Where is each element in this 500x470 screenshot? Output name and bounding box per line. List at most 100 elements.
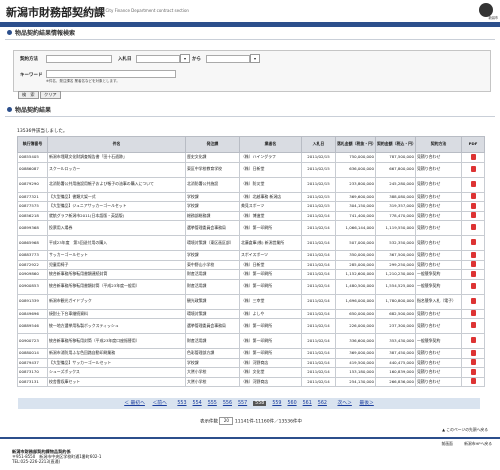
pdf-icon[interactable] bbox=[470, 193, 476, 200]
item-name[interactable]: サッカーゴールセット bbox=[47, 250, 186, 261]
page-number-link[interactable]: 554 bbox=[193, 401, 202, 406]
item-name[interactable]: 新潟市消防用ふな色回路自動印刷業務 bbox=[47, 348, 186, 359]
per-page-label: 表示件数 bbox=[200, 419, 218, 425]
per-page-select[interactable]: 20 bbox=[219, 417, 234, 425]
page-number-link[interactable]: 556 bbox=[223, 401, 232, 406]
item-name[interactable]: 平成23年度 第3回送付用の購入 bbox=[47, 235, 186, 251]
page-number-link[interactable]: 553 bbox=[177, 401, 186, 406]
contract-method: 見積り合わせ bbox=[415, 161, 462, 178]
pdf-icon[interactable] bbox=[470, 337, 476, 344]
item-name[interactable]: スクールロッカー bbox=[47, 161, 186, 178]
last-page-link[interactable]: 最後＞ bbox=[359, 401, 373, 406]
contract-method: 見積り合わせ bbox=[415, 176, 462, 193]
calendar-to-button[interactable]: ▾ bbox=[250, 54, 260, 63]
page-number-link[interactable]: 562 bbox=[318, 401, 327, 406]
contract-amount: 778,470,000 bbox=[375, 210, 416, 221]
item-name[interactable]: 児童用椅子 bbox=[47, 259, 186, 270]
column-header: 入札日 bbox=[301, 136, 336, 153]
item-name[interactable]: 【大型備品】サッカーゴールセット bbox=[47, 357, 186, 368]
record-number: 00909860 bbox=[17, 269, 48, 280]
prev-page-link[interactable]: ＜前へ bbox=[152, 401, 166, 406]
pdf-icon[interactable] bbox=[470, 270, 476, 277]
pdf-icon[interactable] bbox=[470, 165, 476, 172]
back-to-top-link[interactable]: ▲ このページの先頭へ戻る bbox=[442, 427, 488, 433]
pdf-icon[interactable] bbox=[470, 202, 476, 209]
page-number-link[interactable]: 558 bbox=[253, 401, 267, 406]
home-link[interactable]: 新潟市HPへ戻る bbox=[464, 441, 492, 446]
pdf-cell bbox=[461, 333, 485, 349]
bid-date: 2011/02/14 bbox=[301, 269, 336, 280]
bid-date: 2011/02/15 bbox=[301, 176, 336, 193]
contract-amount: 237,300,000 bbox=[375, 318, 416, 334]
item-name[interactable]: 【大型備品】ジュニアサッカーゴールセット bbox=[47, 201, 186, 212]
item-name[interactable]: 就航グラフ新潟市2011(日本語版・英語版) bbox=[47, 210, 186, 221]
column-header: 発注課 bbox=[185, 136, 240, 153]
pdf-icon[interactable] bbox=[470, 261, 476, 268]
page-number-link[interactable]: 560 bbox=[287, 401, 296, 406]
page-number-link[interactable]: 555 bbox=[208, 401, 217, 406]
contract-method: 見積り合わせ bbox=[415, 191, 462, 202]
back-link[interactable]: 前画面 bbox=[441, 441, 452, 446]
item-name[interactable]: 統合新事務所移転用書類封筒（平成23年度一般用） bbox=[47, 278, 186, 295]
search-button[interactable]: 検 索 bbox=[18, 91, 39, 99]
bid-amount: 419,500,000 bbox=[335, 357, 376, 368]
pdf-icon[interactable] bbox=[470, 180, 476, 187]
page-number-link[interactable]: 557 bbox=[238, 401, 247, 406]
pdf-icon[interactable] bbox=[470, 297, 476, 304]
page-number-link[interactable]: 561 bbox=[303, 401, 312, 406]
item-name[interactable]: 焼酎士下台車継続資料 bbox=[47, 308, 186, 319]
pdf-icon[interactable] bbox=[470, 224, 476, 231]
page-links: 553 554 555 556 557 558 559 560 561 562 bbox=[174, 401, 330, 406]
bullet-icon bbox=[7, 30, 12, 35]
bid-amount: 233,800,000 bbox=[335, 176, 376, 193]
item-name[interactable]: 新潟市観光ガイドブック bbox=[47, 293, 186, 310]
item-name[interactable]: 北消防署公共用施設用帳子および帳子の油事の購入について bbox=[47, 176, 186, 193]
ordering-dept: 学校課 bbox=[185, 191, 240, 202]
calendar-from-button[interactable]: ▾ bbox=[180, 54, 190, 63]
header-bar bbox=[0, 22, 500, 27]
date-to-input[interactable] bbox=[206, 55, 250, 63]
table-row: 00879437 【大型備品】サッカーゴールセット 学校課 （株）河野商店 2011/0… bbox=[17, 357, 485, 368]
item-name[interactable]: 校舎雲収庫セット bbox=[47, 376, 186, 387]
date-from-input[interactable] bbox=[136, 55, 180, 63]
pdf-icon[interactable] bbox=[470, 282, 476, 289]
pdf-icon[interactable] bbox=[470, 310, 476, 317]
contract-method: 見積り合わせ bbox=[415, 152, 462, 163]
pdf-icon[interactable] bbox=[470, 239, 476, 246]
record-number: 00849696 bbox=[17, 308, 48, 319]
pdf-icon[interactable] bbox=[470, 368, 476, 375]
keyword-input[interactable] bbox=[46, 70, 176, 78]
method-select[interactable] bbox=[46, 55, 112, 63]
ordering-dept: 環境対策課（東区画区部） bbox=[185, 235, 240, 251]
ordering-dept: 学校課 bbox=[185, 250, 240, 261]
table-row: 00855405 新潟市埋蔵文化財調査報告書「田十石遺跡」 歴史文化課 （株）ハイング… bbox=[17, 152, 485, 163]
site-header: 新潟市財務部契約課 Niigata City Finance Departmen… bbox=[0, 0, 500, 22]
pdf-icon[interactable] bbox=[470, 378, 476, 385]
item-name[interactable]: 統一地方選挙用私製ボックスティッシュ bbox=[47, 318, 186, 334]
record-number: 00879290 bbox=[17, 176, 48, 193]
page-number-link[interactable]: 559 bbox=[272, 401, 281, 406]
first-page-link[interactable]: ＜ 最初へ bbox=[124, 401, 145, 406]
item-name[interactable]: 統合新事務所移転用書類連続封筒 bbox=[47, 269, 186, 280]
pdf-icon[interactable] bbox=[470, 359, 476, 366]
pdf-icon[interactable] bbox=[470, 212, 476, 219]
column-header: 件名 bbox=[47, 136, 186, 153]
item-name[interactable]: 【大型備品】書類大架一式 bbox=[47, 191, 186, 202]
clear-button[interactable]: クリア bbox=[40, 91, 61, 99]
pdf-icon[interactable] bbox=[470, 153, 476, 160]
item-name[interactable]: 投票用入場券 bbox=[47, 220, 186, 236]
pdf-icon[interactable] bbox=[470, 251, 476, 258]
bid-amount: 254,130,000 bbox=[335, 376, 376, 387]
bid-date: 2011/02/14 bbox=[301, 293, 336, 310]
vendor-name: （株）河野商店 bbox=[239, 357, 302, 368]
item-name[interactable]: 新潟市埋蔵文化財調査報告書「田十石遺跡」 bbox=[47, 152, 186, 163]
item-name[interactable]: シューズボックス bbox=[47, 367, 186, 378]
result-range: 11141件-11160件／13536件中 bbox=[234, 419, 302, 425]
next-page-link[interactable]: 次へ＞ bbox=[337, 401, 351, 406]
pdf-icon[interactable] bbox=[470, 322, 476, 329]
item-name[interactable]: 統合新事務所移転用封筒（平成23年度口座振替用） bbox=[47, 333, 186, 349]
table-row: 00877575 【大型備品】ジュニアサッカーゴールセット 学校課 美見スポーツ 201… bbox=[17, 201, 485, 212]
contract-amount: 682,500,000 bbox=[375, 308, 416, 319]
pdf-cell bbox=[461, 278, 485, 295]
pdf-icon[interactable] bbox=[470, 349, 476, 356]
